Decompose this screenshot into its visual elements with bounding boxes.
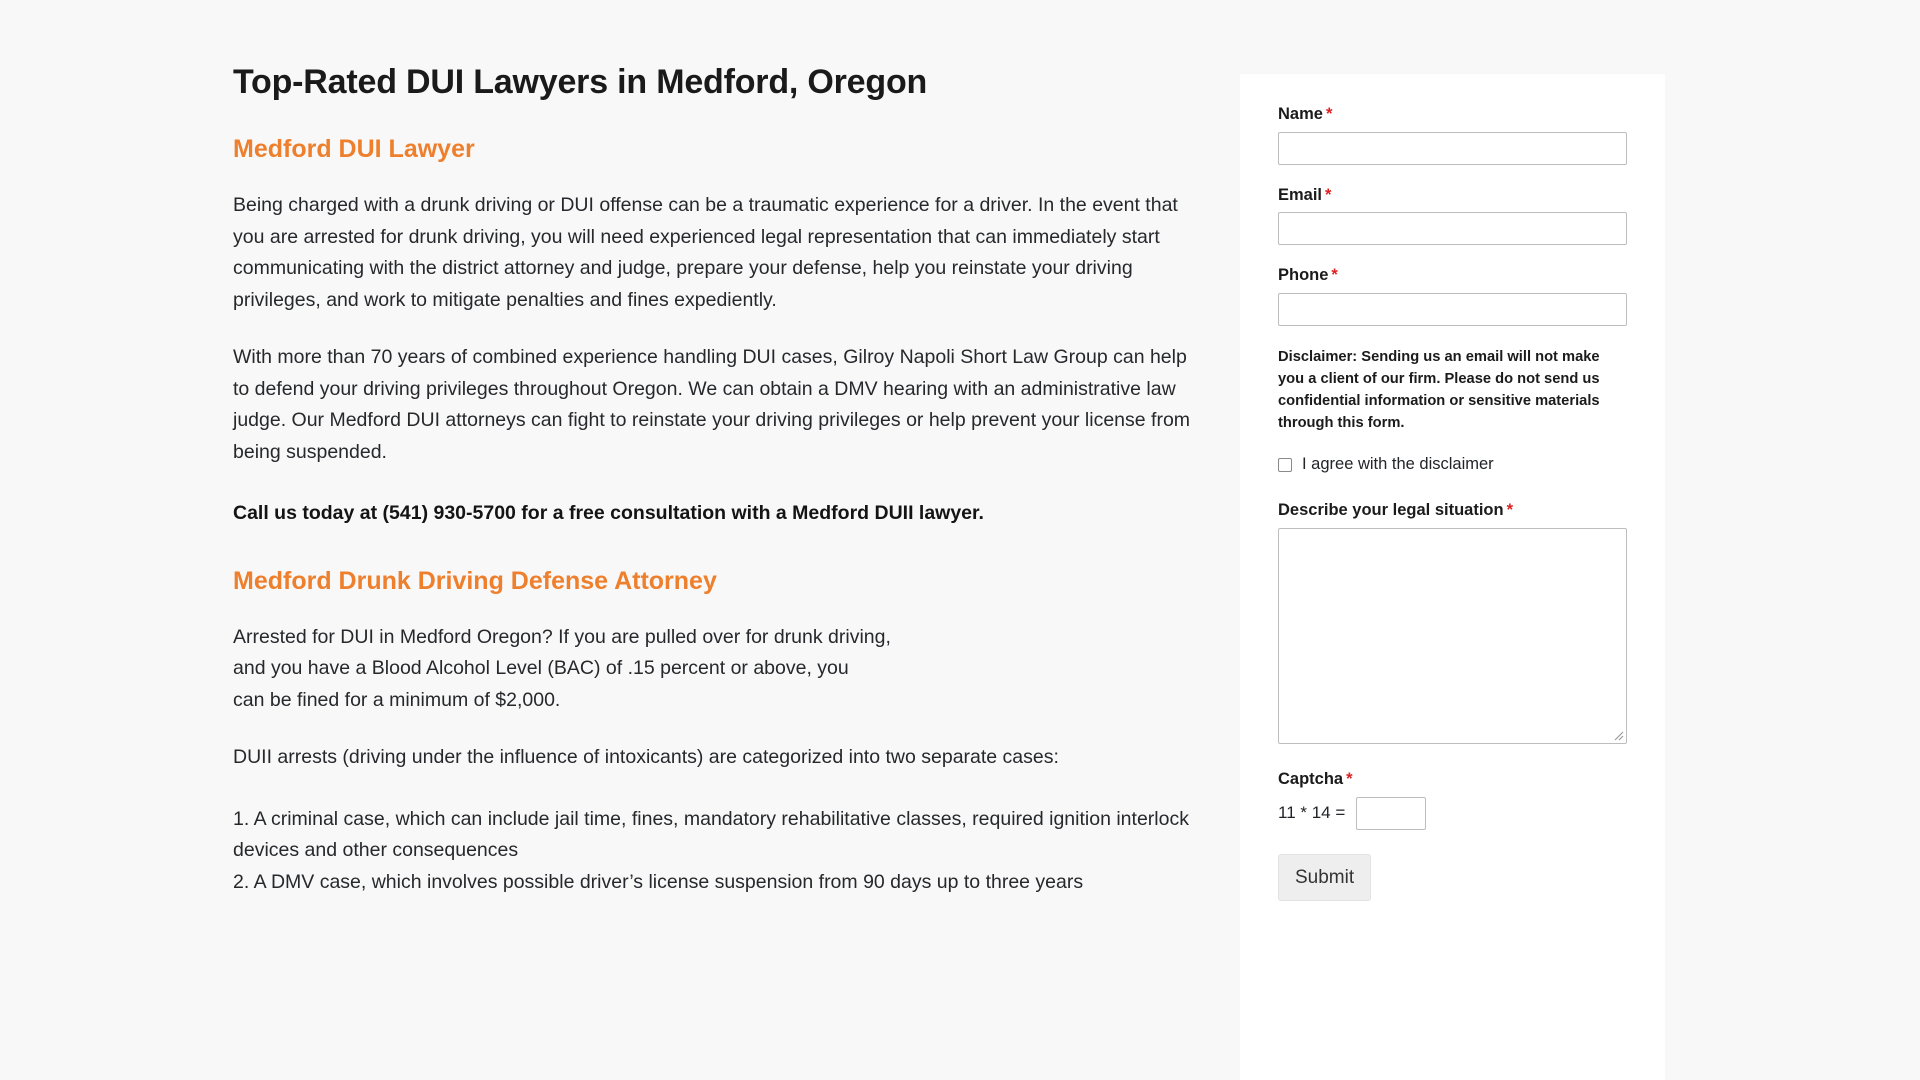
contact-form-card: Name * Email * Phone * Disclaimer: Sending … bbox=[1240, 74, 1665, 1080]
situation-textarea-wrap bbox=[1278, 528, 1627, 745]
paragraph-bac-line-1: Arrested for DUI in Medford Oregon? If y… bbox=[233, 625, 891, 648]
agree-disclaimer-row[interactable]: I agree with the disclaimer bbox=[1278, 455, 1627, 475]
captcha-label-text: Captcha bbox=[1278, 770, 1344, 789]
paragraph-experience: With more than 70 years of combined expe… bbox=[233, 346, 1191, 463]
situation-textarea[interactable] bbox=[1278, 528, 1627, 745]
section-heading-medford-dui-lawyer: Medford DUI Lawyer bbox=[233, 135, 475, 164]
list-item: 1. A criminal case, which can include ja… bbox=[233, 807, 1189, 862]
captcha-label: Captcha * bbox=[1278, 769, 1627, 790]
phone-field-block: Phone * bbox=[1278, 265, 1627, 326]
disclaimer-text: Disclaimer: Sending us an email will not… bbox=[1278, 348, 1600, 432]
paragraph-bac-line-2: and you have a Blood Alcohol Level (BAC)… bbox=[233, 657, 849, 680]
email-field-block: Email * bbox=[1278, 185, 1627, 246]
paragraph-bac: Arrested for DUI in Medford Oregon? If y… bbox=[233, 622, 1198, 717]
captcha-row: 11 * 14 = bbox=[1278, 796, 1627, 830]
section-heading-drunk-driving-defense-attorney: Medford Drunk Driving Defense Attorney bbox=[233, 566, 717, 595]
situation-label: Describe your legal situation * bbox=[1278, 500, 1627, 521]
situation-label-text: Describe your legal situation bbox=[1278, 501, 1504, 520]
article-content: Top-Rated DUI Lawyers in Medford, Oregon… bbox=[233, 62, 1198, 898]
call-to-action-text: Call us today at (541) 930-5700 for a fr… bbox=[233, 502, 984, 525]
page-root: Top-Rated DUI Lawyers in Medford, Oregon… bbox=[0, 0, 1920, 1080]
paragraph-duii-categories: DUII arrests (driving under the influenc… bbox=[233, 746, 1059, 769]
submit-button[interactable]: Submit bbox=[1278, 853, 1372, 901]
required-asterisk: * bbox=[1331, 266, 1338, 285]
name-field-block: Name * bbox=[1278, 104, 1627, 165]
case-type-list: 1. A criminal case, which can include ja… bbox=[233, 804, 1198, 899]
name-label: Name * bbox=[1278, 104, 1627, 125]
name-label-text: Name bbox=[1278, 105, 1323, 123]
email-label: Email * bbox=[1278, 185, 1627, 206]
required-asterisk: * bbox=[1325, 185, 1332, 204]
list-item: 2. A DMV case, which involves possible d… bbox=[233, 870, 1084, 893]
required-asterisk: * bbox=[1325, 105, 1333, 123]
name-input[interactable] bbox=[1278, 131, 1627, 165]
required-asterisk: * bbox=[1346, 770, 1353, 789]
email-label-text: Email bbox=[1278, 185, 1323, 204]
paragraph-intro: Being charged with a drunk driving or DU… bbox=[233, 194, 1178, 311]
page-title: Top-Rated DUI Lawyers in Medford, Oregon bbox=[233, 63, 928, 101]
captcha-expression: 11 * 14 = bbox=[1278, 803, 1346, 823]
phone-label: Phone * bbox=[1278, 265, 1627, 286]
captcha-input[interactable] bbox=[1356, 796, 1427, 830]
agree-disclaimer-checkbox[interactable] bbox=[1278, 457, 1292, 472]
paragraph-bac-line-3: can be fined for a minimum of $2,000. bbox=[233, 688, 561, 711]
email-input[interactable] bbox=[1278, 212, 1627, 246]
phone-input[interactable] bbox=[1278, 292, 1627, 326]
phone-label-text: Phone bbox=[1278, 266, 1329, 285]
required-asterisk: * bbox=[1506, 501, 1513, 520]
agree-disclaimer-label: I agree with the disclaimer bbox=[1302, 454, 1494, 473]
